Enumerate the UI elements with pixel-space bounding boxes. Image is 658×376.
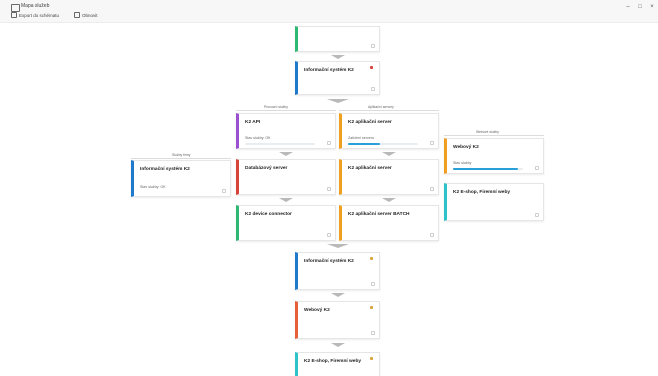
card-expand-icon[interactable] — [535, 213, 539, 217]
card-title: K2 aplikační server BATCH — [348, 212, 410, 217]
group-label-aplikacni: Aplikační servery — [368, 105, 394, 109]
refresh-label: Obnovit — [82, 12, 98, 18]
card-expand-icon[interactable] — [430, 187, 434, 191]
service-card-informacni-system-left[interactable]: Informační systém K2 Stav služby: OK — [131, 160, 231, 197]
service-card-k2-aplikacni-server[interactable]: K2 aplikační server Zatížení serveru — [339, 113, 439, 149]
service-card-k2-eshop-bottom[interactable]: K2 E-shop, Firemní weby — [295, 352, 380, 376]
progress-bar — [453, 168, 523, 170]
progress-fill — [348, 143, 380, 145]
export-button[interactable]: Export do schématu — [11, 12, 59, 18]
service-card-databazovy-server[interactable]: Databázový server — [236, 159, 336, 195]
service-card-webovy-k2-bottom[interactable]: Webový K2 — [295, 301, 380, 339]
card-expand-icon[interactable] — [371, 44, 375, 48]
card-status-text: Stav služby — [453, 161, 472, 165]
service-card-webovy-k2[interactable]: Webový K2 Stav služby — [444, 138, 544, 174]
service-card-k2-aplikacni-server-2[interactable]: K2 aplikační server — [339, 159, 439, 195]
card-status-text: Stav služby: OK — [140, 185, 166, 189]
group-label-sluzby-firmy: Služby firmy — [172, 153, 191, 157]
service-card-informacni-system-bottom[interactable]: Informační systém K2 — [295, 252, 380, 290]
chevron-down-icon — [382, 152, 396, 156]
card-title: K2 aplikační server — [348, 120, 392, 125]
status-flag-icon — [370, 357, 373, 360]
card-title: K2 E-shop, Firemní weby — [453, 190, 511, 195]
service-card-k2-device-connector[interactable]: K2 device connector — [236, 205, 336, 241]
card-title: Informační systém K2 — [140, 167, 190, 172]
card-expand-icon[interactable] — [430, 141, 434, 145]
export-icon — [11, 12, 17, 18]
card-expand-icon[interactable] — [535, 166, 539, 170]
refresh-button[interactable]: Obnovit — [74, 12, 98, 18]
card-title: K2 API — [245, 120, 261, 125]
service-card-top-stub[interactable] — [295, 26, 380, 52]
card-expand-icon[interactable] — [222, 189, 226, 193]
group-divider — [236, 110, 336, 111]
status-flag-icon — [370, 306, 373, 309]
chevron-down-icon — [331, 293, 345, 297]
group-divider — [131, 158, 231, 159]
status-flag-icon — [370, 66, 373, 69]
status-flag-icon — [370, 257, 373, 260]
group-label-webove: Webové služby — [476, 130, 499, 134]
close-button[interactable]: × — [646, 2, 658, 12]
card-title: K2 aplikační server — [348, 166, 392, 171]
chevron-down-icon — [382, 198, 396, 202]
chevron-down-icon — [327, 99, 349, 103]
progress-fill — [453, 168, 519, 170]
service-card-k2-aplikacni-server-batch[interactable]: K2 aplikační server BATCH — [339, 205, 439, 241]
service-card-k2-api[interactable]: K2 API Stav služby: OK — [236, 113, 336, 149]
card-expand-icon[interactable] — [371, 282, 375, 286]
card-expand-icon[interactable] — [327, 141, 331, 145]
refresh-icon — [74, 12, 80, 18]
group-divider — [339, 110, 439, 111]
group-label-provozni: Provozní služby — [264, 105, 288, 109]
card-expand-icon[interactable] — [371, 87, 375, 91]
card-title: Informační systém K2 — [304, 68, 354, 73]
progress-bar — [245, 143, 315, 145]
chevron-down-icon — [327, 244, 349, 248]
chevron-down-icon — [279, 152, 293, 156]
card-status-text: Stav služby: OK — [245, 136, 271, 140]
service-card-k2-eshop-right[interactable]: K2 E-shop, Firemní weby — [444, 183, 544, 221]
card-expand-icon[interactable] — [430, 233, 434, 237]
card-expand-icon[interactable] — [371, 331, 375, 335]
chevron-down-icon — [279, 198, 293, 202]
card-title: K2 E-shop, Firemní weby — [304, 359, 362, 364]
card-title: Webový K2 — [304, 308, 330, 313]
card-expand-icon[interactable] — [327, 187, 331, 191]
card-title: Webový K2 — [453, 145, 479, 150]
card-expand-icon[interactable] — [327, 233, 331, 237]
maximize-button[interactable]: □ — [634, 2, 646, 12]
toolbar-divider — [0, 22, 658, 23]
chevron-down-icon — [331, 343, 345, 347]
minimize-button[interactable]: – — [622, 2, 634, 12]
card-title: Databázový server — [245, 166, 288, 171]
card-title: K2 device connector — [245, 212, 292, 217]
window-title: Mapa služeb — [21, 3, 50, 9]
title-bar: Mapa služeb Export do schématu Obnovit –… — [0, 0, 658, 22]
service-card-informacni-system-top[interactable]: Informační systém K2 — [295, 61, 380, 95]
card-status-text: Zatížení serveru — [348, 136, 374, 140]
group-divider — [444, 135, 544, 136]
card-title: Informační systém K2 — [304, 259, 354, 264]
chevron-down-icon — [331, 55, 345, 59]
progress-bar — [348, 143, 418, 145]
export-label: Export do schématu — [19, 12, 60, 18]
app-icon — [11, 4, 20, 12]
